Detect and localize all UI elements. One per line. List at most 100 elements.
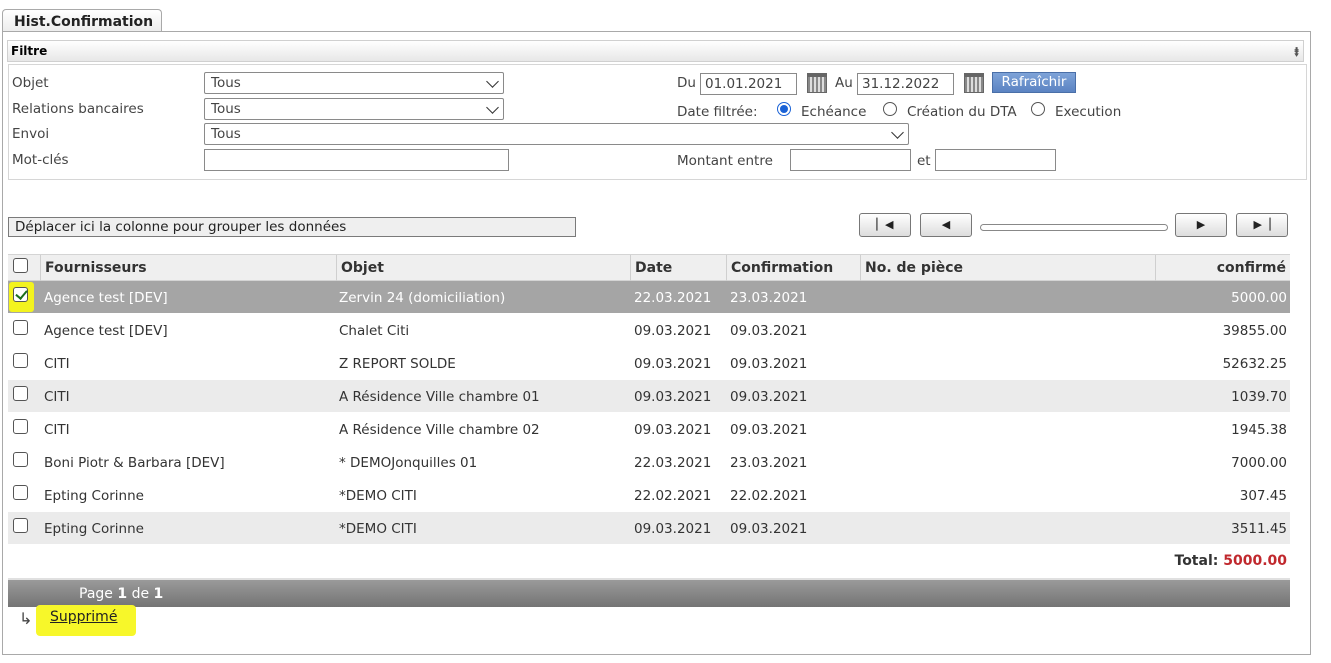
cell-fournisseur: Agence test [DEV] xyxy=(44,290,168,306)
page-total: 1 xyxy=(153,586,164,602)
cell-confirmation: 22.02.2021 xyxy=(730,488,808,504)
group-by-drop-zone[interactable]: Déplacer ici la colonne pour grouper les… xyxy=(8,217,576,237)
chevron-down-icon xyxy=(891,126,904,139)
cell-confirmation: 09.03.2021 xyxy=(730,389,808,405)
montant-to-input[interactable] xyxy=(935,149,1056,171)
table-row[interactable]: Agence test [DEV] Zervin 24 (domiciliati… xyxy=(8,281,1290,314)
envoi-select[interactable]: Tous xyxy=(204,123,909,145)
cell-fournisseur: Epting Corinne xyxy=(44,521,144,537)
row-checkbox-checked[interactable] xyxy=(13,287,28,302)
col-date[interactable]: Date xyxy=(630,255,726,281)
sub-arrow-icon: ↳ xyxy=(19,609,33,628)
cell-confirme: 52632.25 xyxy=(1222,356,1287,372)
row-checkbox[interactable] xyxy=(13,320,28,335)
radio-echeance[interactable] xyxy=(777,102,791,116)
radio-creation[interactable] xyxy=(883,102,897,116)
cell-confirme: 3511.45 xyxy=(1231,521,1287,537)
calendar-icon[interactable] xyxy=(807,73,827,93)
cell-objet: Chalet Citi xyxy=(339,323,410,339)
row-checkbox[interactable] xyxy=(13,485,28,500)
cell-confirme: 5000.00 xyxy=(1231,290,1287,306)
radio-execution[interactable] xyxy=(1031,102,1045,116)
row-checkbox[interactable] xyxy=(13,386,28,401)
cell-fournisseur: CITI xyxy=(44,389,70,405)
filter-panel xyxy=(8,64,1307,180)
objet-select[interactable]: Tous xyxy=(204,72,504,94)
next-page-button[interactable]: ▶ xyxy=(1175,213,1227,237)
date-filter-label: Date filtrée: xyxy=(677,104,758,120)
cell-date: 22.02.2021 xyxy=(634,488,712,504)
cell-confirmation: 09.03.2021 xyxy=(730,323,808,339)
cell-confirme: 307.45 xyxy=(1239,488,1287,504)
montant-from-input[interactable] xyxy=(790,149,911,171)
cell-date: 09.03.2021 xyxy=(634,356,712,372)
col-fournisseurs[interactable]: Fournisseurs xyxy=(40,255,336,281)
cell-confirme: 1039.70 xyxy=(1231,389,1287,405)
total-label: Total: xyxy=(1174,553,1219,569)
radio-execution-label: Execution xyxy=(1055,104,1122,120)
table-row[interactable]: Agence test [DEV] Chalet Citi 09.03.2021… xyxy=(8,314,1290,347)
cell-confirmation: 09.03.2021 xyxy=(730,356,808,372)
row-checkbox[interactable] xyxy=(13,419,28,434)
date-from-input[interactable]: 01.01.2021 xyxy=(700,73,797,95)
cell-objet: Zervin 24 (domiciliation) xyxy=(339,290,506,306)
chevron-down-icon xyxy=(486,75,499,88)
motcles-input[interactable] xyxy=(204,149,509,171)
page-of: de xyxy=(131,586,150,602)
table-row[interactable]: CITI Z REPORT SOLDE 09.03.2021 09.03.202… xyxy=(8,347,1290,380)
confirmation-grid: Fournisseurs Objet Date Confirmation No.… xyxy=(8,254,1290,578)
first-page-icon: ▏◀ xyxy=(876,218,894,231)
last-page-button[interactable]: ▶▕ xyxy=(1236,213,1288,237)
relations-select-value: Tous xyxy=(211,101,241,117)
col-confirme[interactable]: confirmé xyxy=(1155,255,1290,281)
page-indicator: Page 1 de 1 xyxy=(79,586,163,602)
cell-objet: *DEMO CITI xyxy=(339,521,417,537)
prev-page-button[interactable]: ◀ xyxy=(920,213,972,237)
cell-fournisseur: Boni Piotr & Barbara [DEV] xyxy=(44,455,225,471)
pager-slider[interactable] xyxy=(980,224,1168,231)
row-checkbox[interactable] xyxy=(13,353,28,368)
relations-select[interactable]: Tous xyxy=(204,98,504,120)
envoi-select-value: Tous xyxy=(211,126,241,142)
select-all-checkbox[interactable] xyxy=(13,258,28,273)
refresh-button[interactable]: Rafraîchir xyxy=(992,72,1076,93)
page-current: 1 xyxy=(117,586,128,602)
date-to-input[interactable]: 31.12.2022 xyxy=(857,73,954,95)
table-row[interactable]: CITI A Résidence Ville chambre 02 09.03.… xyxy=(8,413,1290,446)
table-row[interactable]: Boni Piotr & Barbara [DEV] * DEMOJonquil… xyxy=(8,446,1290,479)
cell-objet: A Résidence Ville chambre 01 xyxy=(339,389,540,405)
deleted-link[interactable]: Supprimé xyxy=(50,609,117,625)
cell-confirme: 1945.38 xyxy=(1231,422,1287,438)
row-checkbox[interactable] xyxy=(13,518,28,533)
calendar-icon[interactable] xyxy=(964,73,984,93)
cell-fournisseur: CITI xyxy=(44,356,70,372)
page-word: Page xyxy=(79,586,113,602)
cell-date: 09.03.2021 xyxy=(634,422,712,438)
tab-hist-confirmation[interactable]: Hist.Confirmation xyxy=(2,9,162,32)
cell-objet: Z REPORT SOLDE xyxy=(339,356,456,372)
prev-page-icon: ◀ xyxy=(941,218,951,231)
table-row[interactable]: Epting Corinne *DEMO CITI 22.02.2021 22.… xyxy=(8,479,1290,512)
grid-header: Fournisseurs Objet Date Confirmation No.… xyxy=(8,254,1290,281)
col-confirmation[interactable]: Confirmation xyxy=(726,255,860,281)
cell-confirme: 39855.00 xyxy=(1222,323,1287,339)
cell-confirmation: 09.03.2021 xyxy=(730,521,808,537)
filter-header[interactable]: Filtre ⭽ xyxy=(7,40,1304,62)
envoi-label: Envoi xyxy=(12,126,50,142)
collapse-icon[interactable]: ⭽ xyxy=(1294,42,1299,66)
relations-label: Relations bancaires xyxy=(12,101,144,117)
cell-objet: * DEMOJonquilles 01 xyxy=(339,455,478,471)
cell-confirmation: 23.03.2021 xyxy=(730,290,808,306)
cell-date: 22.03.2021 xyxy=(634,455,712,471)
table-row[interactable]: Epting Corinne *DEMO CITI 09.03.2021 09.… xyxy=(8,512,1290,545)
cell-confirmation: 09.03.2021 xyxy=(730,422,808,438)
objet-label: Objet xyxy=(12,75,49,91)
table-row[interactable]: CITI A Résidence Ville chambre 01 09.03.… xyxy=(8,380,1290,413)
row-checkbox[interactable] xyxy=(13,452,28,467)
filter-title: Filtre xyxy=(11,44,48,58)
total-summary: Total: 5000.00 xyxy=(1175,553,1288,569)
col-piece[interactable]: No. de pièce xyxy=(860,255,1155,281)
col-objet[interactable]: Objet xyxy=(336,255,630,281)
first-page-button[interactable]: ▏◀ xyxy=(859,213,911,237)
next-page-icon: ▶ xyxy=(1196,218,1206,231)
